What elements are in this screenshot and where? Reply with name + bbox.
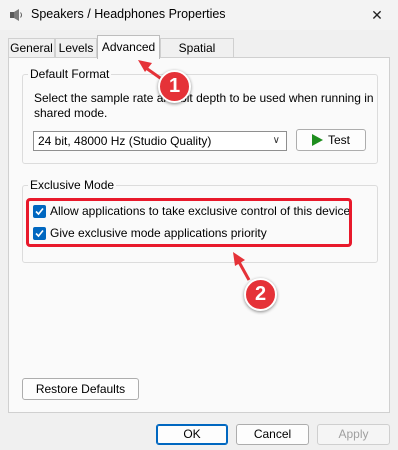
tab-advanced[interactable]: Advanced	[97, 35, 160, 59]
apply-button[interactable]: Apply	[317, 424, 390, 445]
default-format-description: Select the sample rate and bit depth to …	[34, 91, 374, 120]
exclusive-mode-label: Exclusive Mode	[28, 178, 117, 192]
annotation-highlight-box	[26, 198, 352, 247]
speaker-icon	[9, 8, 23, 22]
tab-levels[interactable]: Levels	[55, 38, 97, 57]
tab-general[interactable]: General	[8, 38, 55, 57]
sample-rate-value: 24 bit, 48000 Hz (Studio Quality)	[38, 134, 212, 148]
cancel-button[interactable]: Cancel	[236, 424, 309, 445]
default-format-label: Default Format	[28, 67, 112, 81]
title-bar: Speakers / Headphones Properties ✕	[0, 0, 398, 30]
step-1-badge: 1	[158, 70, 191, 103]
test-button[interactable]: Test	[296, 129, 366, 151]
close-button[interactable]: ✕	[356, 0, 398, 30]
window-title: Speakers / Headphones Properties	[31, 7, 226, 21]
step-2-badge: 2	[244, 278, 277, 311]
test-button-label: Test	[327, 133, 350, 147]
ok-button[interactable]: OK	[156, 424, 228, 445]
sample-rate-dropdown[interactable]: 24 bit, 48000 Hz (Studio Quality) ∨	[33, 131, 287, 151]
play-icon	[311, 134, 323, 146]
tab-spatial-sound[interactable]: Spatial sound	[160, 38, 234, 74]
chevron-down-icon: ∨	[272, 135, 280, 146]
restore-defaults-button[interactable]: Restore Defaults	[22, 378, 139, 400]
